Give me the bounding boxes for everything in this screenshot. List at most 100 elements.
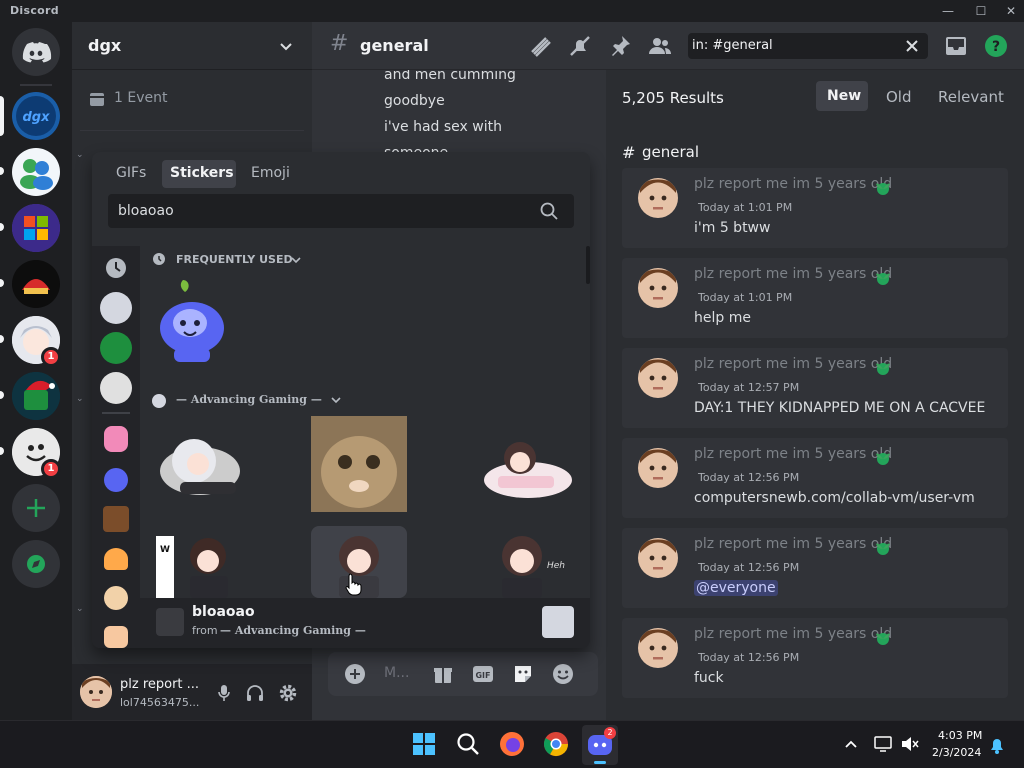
member-list-icon[interactable] <box>648 34 672 58</box>
picker-scrollbar[interactable] <box>586 246 590 284</box>
sticker-icon[interactable] <box>512 663 534 685</box>
inbox-icon[interactable] <box>944 34 968 58</box>
wumpus-sticker-icon[interactable] <box>104 468 128 492</box>
hand-cursor-icon <box>345 573 362 596</box>
pin-icon[interactable] <box>608 34 632 58</box>
add-server-button[interactable] <box>12 484 60 532</box>
minimize-button[interactable]: — <box>940 3 956 19</box>
volume-muted-icon[interactable] <box>900 735 920 753</box>
search-result[interactable]: plz report me im 5 years old Today at 12:… <box>622 438 1008 518</box>
firefox-icon[interactable] <box>498 730 526 758</box>
help-icon[interactable]: ? <box>984 34 1008 58</box>
hamster-sticker-icon[interactable] <box>104 586 128 610</box>
sort-old-tab[interactable]: Old <box>886 88 912 106</box>
user-tag: lol74563475... <box>120 696 200 709</box>
server-messenger[interactable] <box>12 148 60 196</box>
chat-message: i've had sex with <box>384 119 502 135</box>
tab-stickers-label: Stickers <box>170 165 234 181</box>
sticker-search-input[interactable]: bloaoao <box>118 203 174 219</box>
author-avatar[interactable] <box>638 268 678 308</box>
server-windows[interactable] <box>12 204 60 252</box>
threads-icon[interactable] <box>528 34 552 58</box>
search-result[interactable]: plz report me im 5 years old Today at 1:0… <box>622 168 1008 248</box>
tab-stickers[interactable]: Stickers <box>162 160 236 188</box>
explore-servers-button[interactable] <box>12 540 60 588</box>
unread-pill <box>0 279 4 287</box>
author-avatar[interactable] <box>638 538 678 578</box>
anime-girl-lying-sticker[interactable] <box>478 428 574 504</box>
search-icon[interactable] <box>454 730 482 758</box>
microphone-icon[interactable] <box>216 684 232 702</box>
pack-avatar-icon[interactable] <box>100 292 132 324</box>
sprout-badge-icon <box>876 543 890 555</box>
server-cap[interactable] <box>12 260 60 308</box>
whats-up-sticker[interactable]: W <box>152 528 248 598</box>
notification-bell-icon[interactable] <box>988 735 1006 755</box>
dgx-logo-icon: dgx <box>16 96 56 136</box>
close-window-button[interactable]: ✕ <box>1003 3 1019 19</box>
clear-search-icon[interactable] <box>905 39 919 53</box>
search-result[interactable]: plz report me im 5 years old Today at 12:… <box>622 528 1008 608</box>
server-christmas[interactable] <box>12 372 60 420</box>
search-result[interactable]: plz report me im 5 years old Today at 12:… <box>622 348 1008 428</box>
gift-icon[interactable] <box>432 663 454 685</box>
gear-icon[interactable] <box>278 683 298 703</box>
author-name[interactable]: plz report me im 5 years old <box>694 356 892 372</box>
svg-text:?: ? <box>992 39 1000 55</box>
search-result[interactable]: plz report me im 5 years old Today at 1:0… <box>622 258 1008 338</box>
author-avatar[interactable] <box>638 628 678 668</box>
author-avatar[interactable] <box>638 448 678 488</box>
add-attachment-icon[interactable] <box>344 663 366 685</box>
sounds-sticker-icon[interactable] <box>103 506 129 532</box>
sticker-search-field[interactable]: bloaoao <box>108 194 574 228</box>
rainbow-sticker-icon[interactable] <box>104 548 128 570</box>
tab-gifs[interactable]: GIFs <box>116 165 146 181</box>
chevron-up-icon[interactable] <box>844 737 858 751</box>
windows-flag-icon <box>12 204 60 252</box>
message-composer[interactable]: M... GIF <box>328 652 598 696</box>
author-avatar[interactable] <box>638 358 678 398</box>
search-result[interactable]: plz report me im 5 years old Today at 12:… <box>622 618 1008 698</box>
cat-sticker-icon[interactable] <box>104 626 128 648</box>
author-name[interactable]: plz report me im 5 years old <box>694 176 892 192</box>
author-name[interactable]: plz report me im 5 years old <box>694 536 892 552</box>
sort-new-tab[interactable]: New <box>816 81 868 111</box>
server-dgx[interactable]: dgx <box>12 92 60 140</box>
wumpus-sticker[interactable] <box>154 276 232 372</box>
message-timestamp: Today at 1:01 PM <box>698 201 793 214</box>
notification-muted-icon[interactable] <box>568 34 592 58</box>
author-name[interactable]: plz report me im 5 years old <box>694 626 892 642</box>
emoji-icon[interactable] <box>552 663 574 685</box>
chrome-icon[interactable] <box>542 730 570 758</box>
author-name[interactable]: plz report me im 5 years old <box>694 446 892 462</box>
discord-taskbar-button[interactable]: 2 <box>582 725 618 765</box>
title-bar: Discord — ☐ ✕ <box>0 0 1024 22</box>
author-avatar[interactable] <box>638 178 678 218</box>
chevron-down-icon[interactable] <box>290 254 302 266</box>
server-header[interactable]: dgx <box>72 22 312 70</box>
anime-girl-heh-sticker[interactable]: Heh <box>482 528 574 598</box>
events-item[interactable]: 1 Event <box>80 84 304 114</box>
start-icon[interactable] <box>410 730 438 758</box>
search-bar[interactable]: in: #general <box>688 33 928 59</box>
author-name[interactable]: plz report me im 5 years old <box>694 266 892 282</box>
sprout-badge-icon <box>876 633 890 645</box>
clock-date[interactable]: 2/3/2024 <box>932 746 981 759</box>
pack-christmas-icon[interactable] <box>100 332 132 364</box>
gif-icon[interactable]: GIF <box>472 663 494 685</box>
network-icon[interactable] <box>874 735 894 753</box>
pack-smiley-icon[interactable] <box>100 372 132 404</box>
tab-emoji[interactable]: Emoji <box>251 165 290 181</box>
clock-time[interactable]: 4:03 PM <box>938 729 982 742</box>
user-avatar[interactable] <box>80 676 112 708</box>
cat-photo-sticker[interactable] <box>311 416 407 512</box>
anime-lying-sticker[interactable] <box>152 416 248 512</box>
headphones-icon[interactable] <box>246 684 264 702</box>
chevron-down-icon[interactable] <box>330 394 342 406</box>
maximize-button[interactable]: ☐ <box>973 3 989 19</box>
search-input[interactable]: in: #general <box>692 38 773 53</box>
sort-relevant-tab[interactable]: Relevant <box>938 88 1004 106</box>
bunny-sticker-icon[interactable] <box>104 426 128 452</box>
home-button[interactable] <box>12 28 60 76</box>
clock-icon[interactable] <box>104 256 128 280</box>
